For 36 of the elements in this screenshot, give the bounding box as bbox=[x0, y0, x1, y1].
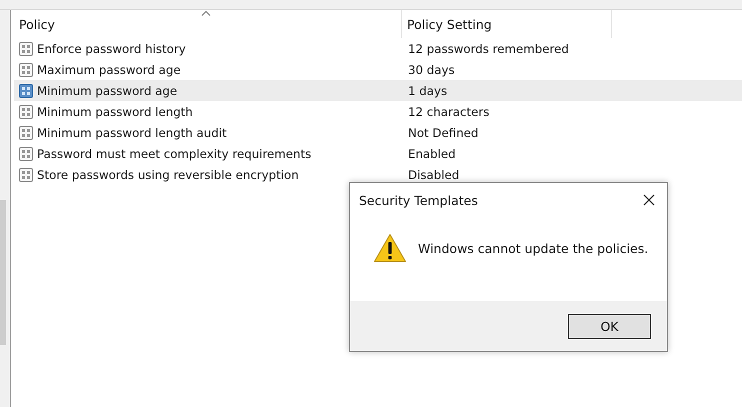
policy-icon bbox=[18, 104, 34, 120]
policy-row[interactable]: Minimum password length 12 characters bbox=[14, 101, 742, 122]
warning-icon bbox=[373, 233, 407, 263]
policy-name: Minimum password age bbox=[37, 84, 178, 98]
dialog-title: Security Templates bbox=[359, 192, 478, 208]
dialog-message: Windows cannot update the policies. bbox=[418, 240, 648, 256]
policy-name: Password must meet complexity requirements bbox=[37, 146, 312, 160]
policy-icon bbox=[18, 82, 34, 98]
policy-setting: 12 characters bbox=[407, 104, 490, 118]
policy-icon bbox=[18, 146, 34, 162]
policy-name: Enforce password history bbox=[37, 42, 186, 56]
policy-row[interactable]: Minimum password length audit Not Defined bbox=[14, 122, 742, 143]
ok-button[interactable]: OK bbox=[568, 314, 651, 338]
policy-name: Maximum password age bbox=[37, 62, 181, 76]
policy-icon bbox=[18, 124, 34, 140]
policy-icon bbox=[18, 40, 34, 56]
policy-name: Minimum password length bbox=[37, 104, 193, 118]
policy-name: Minimum password length audit bbox=[37, 126, 227, 140]
policy-row[interactable]: Maximum password age 30 days bbox=[14, 59, 742, 80]
policy-row[interactable]: Password must meet complexity requirements Enabled bbox=[14, 143, 742, 164]
policy-row[interactable]: Store passwords using reversible encryption Disabled bbox=[14, 164, 742, 185]
policy-icon bbox=[18, 166, 34, 182]
policy-setting: 1 days bbox=[407, 84, 448, 98]
policy-row[interactable]: Minimum password age 1 days bbox=[14, 80, 742, 101]
policy-row[interactable]: Enforce password history 12 passwords remembered bbox=[14, 38, 742, 59]
close-icon bbox=[643, 194, 655, 206]
scrollbar-thumb[interactable] bbox=[0, 200, 6, 345]
policy-setting: Not Defined bbox=[407, 126, 480, 140]
policy-setting: 30 days bbox=[407, 62, 456, 76]
column-header[interactable]: Policy bbox=[14, 10, 402, 38]
policy-name: Store passwords using reversible encryption bbox=[37, 168, 299, 182]
policy-setting: 12 passwords remembered bbox=[407, 42, 570, 56]
column-header[interactable]: Policy Setting bbox=[402, 10, 612, 38]
policy-icon bbox=[18, 62, 34, 78]
policy-setting: Disabled bbox=[407, 168, 460, 182]
policy-setting: Enabled bbox=[407, 146, 457, 160]
